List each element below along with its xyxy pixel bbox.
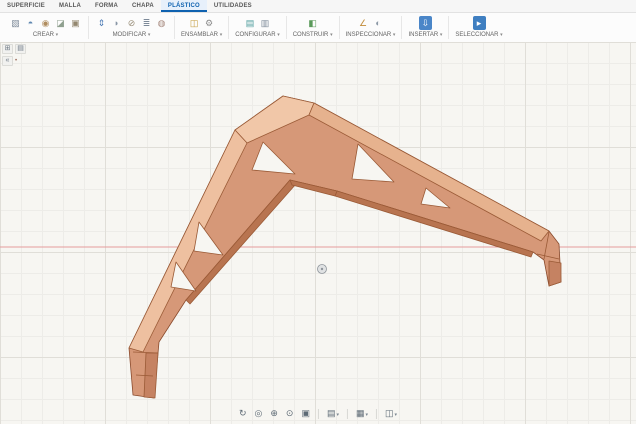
toolbar-group-configurar: ▤ ▥ CONFIGURAR ▾ <box>229 13 286 42</box>
chevron-down-icon: ▾ <box>147 32 151 38</box>
revolve-icon[interactable]: ◉ <box>39 16 52 30</box>
tab-chapa[interactable]: CHAPA <box>125 0 161 12</box>
fit-button[interactable]: ▣ <box>298 407 313 420</box>
data-panel-toggle-icon[interactable]: ⊞ <box>2 44 13 54</box>
look-at-button[interactable]: ◎ <box>251 407 265 420</box>
toolbar-group-ensamblar: ◫ ⚙ ENSAMBLAR ▾ <box>175 13 228 42</box>
combine-icon[interactable]: ≣ <box>140 16 153 30</box>
chevron-down-icon: ▾ <box>365 412 369 418</box>
tab-utilidades[interactable]: UTILIDADES <box>207 0 259 12</box>
toolbar-group-label-crear[interactable]: CREAR ▾ <box>33 31 58 40</box>
chevron-down-icon: ▾ <box>394 412 398 418</box>
select-cursor-icon[interactable]: ▸ <box>472 15 486 30</box>
chevron-down-icon: ▾ <box>219 32 223 38</box>
new-component-icon[interactable]: ▧ <box>9 16 22 30</box>
extrude-icon[interactable]: ◓ <box>24 16 37 30</box>
chevron-down-icon: ▾ <box>439 32 443 38</box>
display-settings-button[interactable]: ▤▾ <box>324 407 342 420</box>
fillet-icon[interactable]: ◗ <box>110 16 123 30</box>
measure-icon[interactable]: ∠ <box>357 16 370 30</box>
navbar-separator <box>346 408 348 419</box>
chevron-down-icon: ▾ <box>500 32 503 38</box>
press-pull-icon[interactable]: ⇕ <box>95 16 108 30</box>
toolbar-group-label-construir[interactable]: CONSTRUIR ▾ <box>293 31 333 40</box>
toolbar-group-label-seleccionar[interactable]: SELECCIONAR ▾ <box>455 31 502 40</box>
toolbar-group-label-modificar[interactable]: MODIFICAR ▾ <box>113 31 151 40</box>
tab-malla[interactable]: MALLA <box>52 0 88 12</box>
grid-snaps-button[interactable]: ▦▾ <box>353 407 371 420</box>
tab-forma[interactable]: FORMA <box>88 0 125 12</box>
browser-mini-panel: ⊞ ▤ « • <box>2 44 26 66</box>
construction-plane-icon[interactable]: ◧ <box>306 16 319 30</box>
chevron-down-icon: ▾ <box>336 412 339 418</box>
insert-icon[interactable]: ⇩ <box>418 15 432 30</box>
viewport-canvas[interactable] <box>0 42 636 424</box>
navbar-separator <box>376 408 378 419</box>
toolbar-group-inspeccionar: ∠ ◐ INSPECCIONAR ▾ <box>340 13 402 42</box>
navigation-bar: ↻ ◎ ⊕ ⊙ ▣ ▤▾ ▦▾ ◫▾ <box>236 407 400 420</box>
browser-node-icon[interactable]: • <box>15 58 17 64</box>
toolbar-group-construir: ◧ CONSTRUIR ▾ <box>287 13 339 42</box>
chevron-down-icon: ▾ <box>392 32 396 38</box>
toolbar-group-label-ensamblar[interactable]: ENSAMBLAR ▾ <box>181 31 222 40</box>
navbar-separator <box>317 408 319 419</box>
tab-superficie[interactable]: SUPERFICIE <box>0 0 52 12</box>
toolbar-group-label-inspeccionar[interactable]: INSPECCIONAR ▾ <box>346 31 396 40</box>
toolbar-group-modificar: ⇕ ◗ ⊘ ≣ ◍ MODIFICAR ▾ <box>89 13 174 42</box>
chevron-down-icon: ▾ <box>55 32 59 38</box>
configuration-table-icon[interactable]: ▤ <box>243 16 256 30</box>
tab-bar: SUPERFICIE MALLA FORMA CHAPA PLÁSTICO UTILIDA… <box>0 0 636 13</box>
new-component-assembly-icon[interactable]: ◫ <box>188 16 201 30</box>
orbit-button[interactable]: ↻ <box>236 407 250 420</box>
pan-button[interactable]: ⊕ <box>267 407 281 420</box>
primitive-box-icon[interactable]: ▣ <box>69 16 82 30</box>
toolbar-group-label-insertar[interactable]: INSERTAR ▾ <box>408 31 442 40</box>
physical-material-icon[interactable]: ◍ <box>155 16 168 30</box>
chevron-down-icon: ▾ <box>330 32 333 38</box>
toolbar-group-crear: ▧ ◓ ◉ ◪ ▣ CREAR ▾ <box>3 13 88 42</box>
toolbar-group-insertar: ⇩ INSERTAR ▾ <box>402 13 448 42</box>
tab-plástico[interactable]: PLÁSTICO <box>160 0 207 12</box>
configuration-theme-icon[interactable]: ▥ <box>258 16 271 30</box>
shell-icon[interactable]: ⊘ <box>125 16 138 30</box>
collapse-browser-icon[interactable]: « <box>2 56 13 66</box>
ribbon: ▧ ◓ ◉ ◪ ▣ CREAR ▾ ⇕ ◗ ⊘ ≣ ◍ MODIFICAR ▾ ◫ ⚙ ENSAMBLAR … <box>0 13 636 43</box>
toolbar-group-seleccionar: ▸ SELECCIONAR ▾ <box>449 13 508 42</box>
zoom-button[interactable]: ⊙ <box>283 407 297 420</box>
section-analysis-icon[interactable]: ◐ <box>372 16 385 30</box>
chevron-down-icon: ▾ <box>277 32 280 38</box>
joint-icon[interactable]: ⚙ <box>203 16 216 30</box>
browser-panel-toggle-icon[interactable]: ▤ <box>15 44 26 54</box>
viewports-button[interactable]: ◫▾ <box>382 407 400 420</box>
sweep-icon[interactable]: ◪ <box>54 16 67 30</box>
toolbar-group-label-configurar[interactable]: CONFIGURAR ▾ <box>235 31 280 40</box>
